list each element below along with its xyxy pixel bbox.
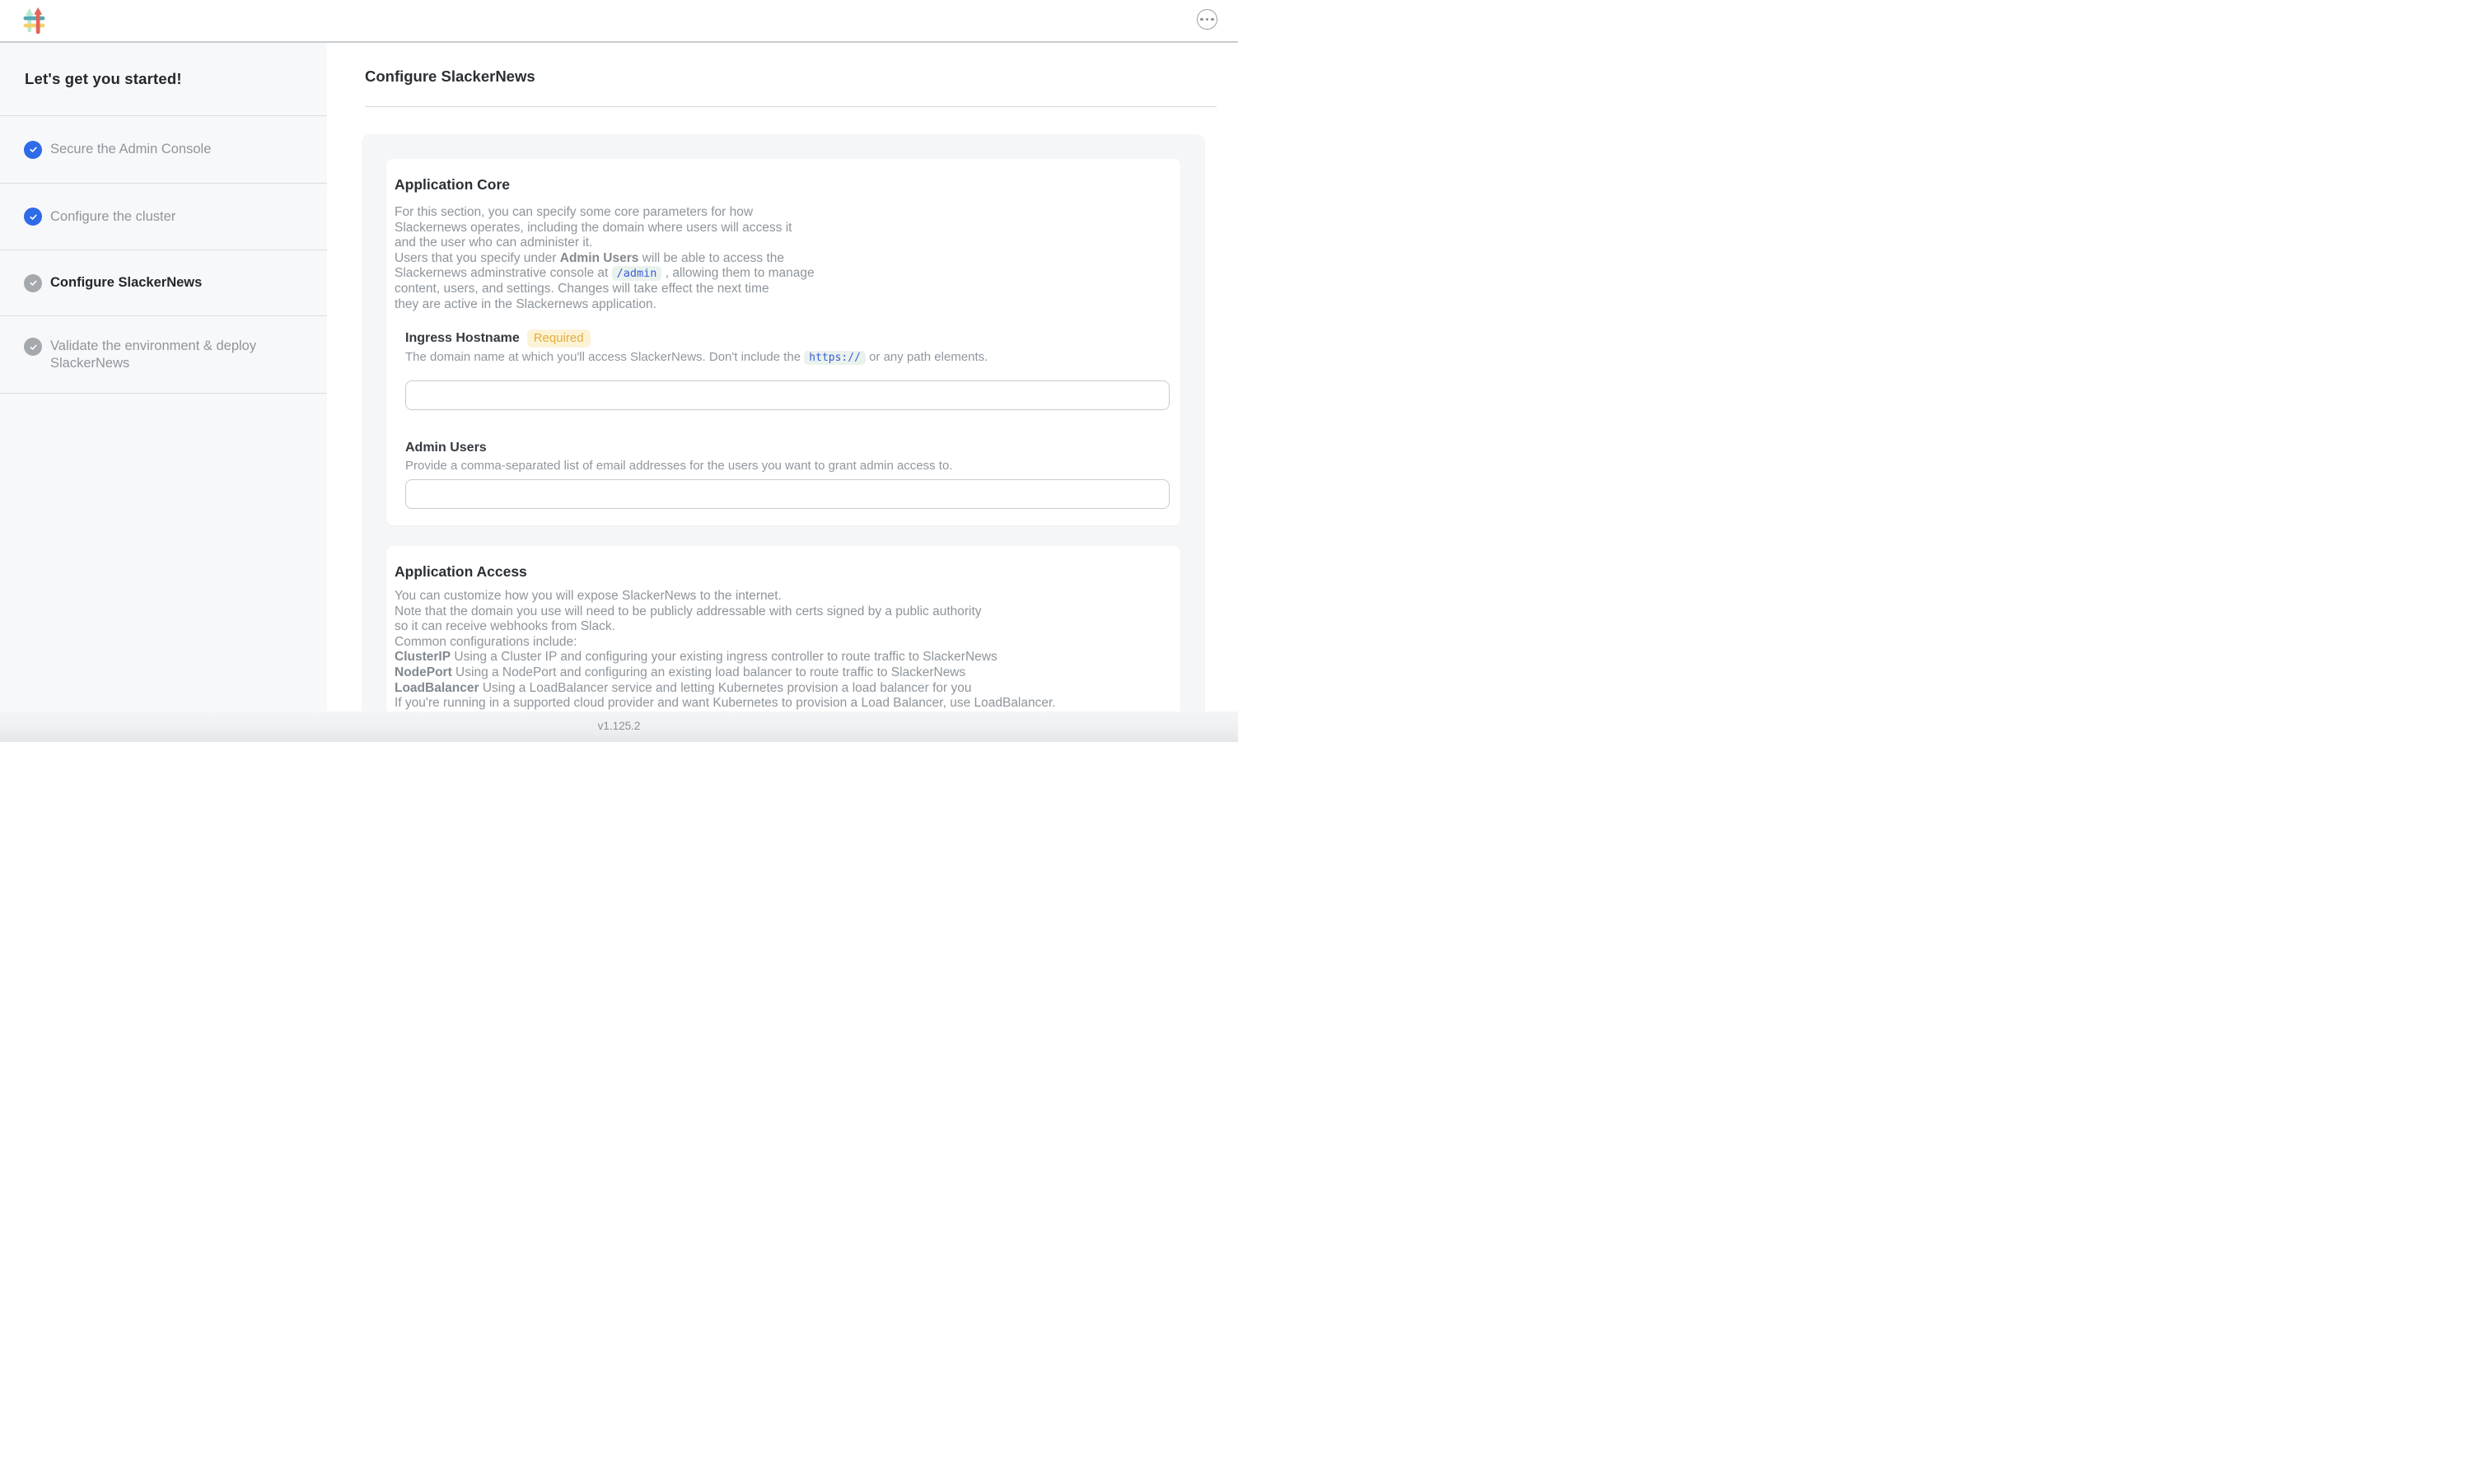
admin-users-field-group: Admin Users Provide a comma-separated li…	[405, 440, 1170, 509]
field-help-text: The domain name at which you'll access S…	[405, 349, 1170, 366]
slackernews-logo-icon	[23, 7, 45, 34]
check-circle-icon	[24, 274, 42, 292]
step-label: Configure the cluster	[50, 208, 175, 226]
ellipsis-dot	[1200, 18, 1203, 21]
footer-bar: v1.125.2	[0, 712, 1238, 742]
page-title: Configure SlackerNews	[365, 68, 1238, 86]
top-header-bar	[0, 0, 1238, 43]
main-content: Configure SlackerNews Application Core F…	[327, 43, 1238, 712]
ellipsis-dot	[1211, 18, 1214, 21]
field-help-text: Provide a comma-separated list of email …	[405, 458, 1170, 474]
required-badge: Required	[527, 329, 591, 348]
ingress-hostname-input[interactable]	[405, 380, 1170, 410]
setup-steps-sidebar: Let's get you started! Secure the Admin …	[0, 43, 327, 712]
sidebar-step-validate-deploy[interactable]: Validate the environment & deploy Slacke…	[0, 316, 327, 394]
ellipsis-menu-button[interactable]	[1197, 9, 1217, 30]
step-label: Validate the environment & deploy Slacke…	[50, 338, 271, 372]
check-circle-icon	[24, 141, 42, 159]
version-label: v1.125.2	[598, 720, 641, 732]
check-circle-icon	[24, 338, 42, 356]
step-label: Configure SlackerNews	[50, 274, 202, 292]
sidebar-step-configure-cluster[interactable]: Configure the cluster	[0, 184, 327, 250]
section-description: You can customize how you will expose Sl…	[395, 589, 1172, 712]
field-label: Ingress Hostname	[405, 330, 520, 347]
section-description: For this section, you can specify some c…	[395, 205, 1172, 312]
ellipsis-dot	[1206, 18, 1209, 21]
section-heading: Application Core	[395, 175, 1180, 194]
admin-users-input[interactable]	[405, 479, 1170, 509]
application-access-card: Application Access You can customize how…	[386, 546, 1180, 712]
field-label: Admin Users	[405, 440, 487, 456]
sidebar-step-configure-slackernews[interactable]: Configure SlackerNews	[0, 250, 327, 316]
sidebar-step-secure-admin-console[interactable]: Secure the Admin Console	[0, 116, 327, 184]
step-label: Secure the Admin Console	[50, 141, 211, 158]
application-core-card: Application Core For this section, you c…	[386, 159, 1180, 525]
config-scroll-area: Application Core For this section, you c…	[362, 134, 1205, 712]
ingress-hostname-field-group: Ingress Hostname Required The domain nam…	[405, 329, 1170, 410]
title-divider	[365, 106, 1217, 107]
section-heading: Application Access	[395, 562, 1180, 581]
check-circle-icon	[24, 208, 42, 226]
setup-wizard-page: Let's get you started! Secure the Admin …	[0, 0, 1238, 742]
sidebar-heading: Let's get you started!	[0, 43, 327, 116]
